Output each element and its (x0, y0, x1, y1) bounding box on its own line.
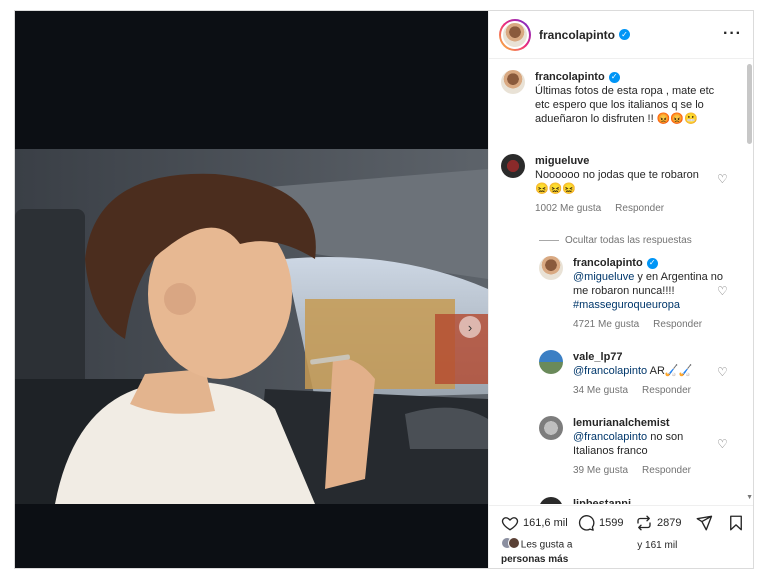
verified-badge-icon: ✓ (608, 71, 620, 83)
likes-suffix: y 161 mil (637, 539, 678, 551)
caption-text: Últimas fotos de esta ropa , mate etc et… (535, 85, 715, 125)
post-dialog: › francolapinto ✓ ··· ▼ francolapinto ✓ Ú… (14, 10, 754, 569)
chevron-right-icon: › (467, 319, 473, 335)
author-username[interactable]: francolapinto (539, 28, 615, 42)
verified-badge-icon: ✓ (619, 29, 631, 40)
author-avatar[interactable] (499, 18, 531, 51)
comment-username[interactable]: migueluve (535, 155, 589, 167)
reply-button[interactable]: Responder (653, 319, 702, 330)
commenter-avatar[interactable] (539, 497, 563, 504)
mention-link[interactable]: @migueluve (573, 271, 634, 283)
reply-button[interactable]: Responder (642, 385, 691, 396)
post-header: francolapinto ✓ ··· (489, 11, 753, 59)
comments-section[interactable]: ▼ francolapinto ✓ Últimas fotos de esta r… (489, 60, 753, 504)
caption-username[interactable]: francolapinto (535, 71, 605, 83)
verified-badge-icon: ✓ (646, 257, 658, 269)
post-photo (15, 149, 488, 504)
liker-avatars (501, 537, 520, 553)
next-photo-button[interactable]: › (459, 316, 481, 338)
comment-button[interactable]: 1599 (577, 514, 623, 532)
repost-count: 2879 (657, 517, 682, 529)
action-bar: 161,6 mil 1599 2879 (489, 505, 753, 533)
bookmark-icon (730, 515, 742, 531)
comment-likes[interactable]: 39 Me gusta (573, 465, 628, 476)
comment-text: AR🏑🏑 (647, 365, 693, 377)
scroll-down-icon[interactable]: ▼ (746, 494, 753, 501)
hashtag-link[interactable]: #masseguroqueuropa (573, 299, 680, 311)
likes-prefix: Les gusta a (520, 539, 573, 551)
reply-button[interactable]: Responder (615, 203, 664, 214)
hide-replies-button[interactable]: Ocultar todas las respuestas (539, 235, 692, 246)
caption-avatar[interactable] (501, 70, 525, 94)
repost-icon (637, 515, 651, 531)
commenter-avatar[interactable] (539, 350, 563, 374)
save-button[interactable] (727, 514, 749, 532)
post-sidebar: francolapinto ✓ ··· ▼ francolapinto ✓ Últ… (488, 11, 753, 568)
mention-link[interactable]: @francolapinto (573, 431, 647, 443)
share-button[interactable] (695, 514, 717, 532)
comment-likes[interactable]: 34 Me gusta (573, 385, 628, 396)
comment-icon (578, 515, 595, 531)
comment-count: 1599 (599, 517, 624, 529)
heart-icon[interactable]: ♡ (717, 285, 729, 297)
heart-icon[interactable]: ♡ (717, 366, 729, 378)
send-icon (696, 515, 713, 531)
comment-username[interactable]: lipbestanni (573, 498, 631, 504)
comment-username[interactable]: vale_lp77 (573, 351, 623, 363)
heart-icon[interactable]: ♡ (717, 173, 729, 185)
mention-link[interactable]: @francolapinto (573, 365, 647, 377)
more-options-icon[interactable]: ··· (723, 25, 742, 43)
commenter-avatar[interactable] (539, 416, 563, 440)
commenter-avatar[interactable] (539, 256, 563, 280)
like-count: 161,6 mil (523, 517, 568, 529)
heart-icon (501, 517, 519, 531)
heart-icon[interactable]: ♡ (717, 438, 729, 450)
scrollbar[interactable] (747, 64, 752, 144)
comment-likes[interactable]: 1002 Me gusta (535, 203, 601, 214)
likes-tail: personas más (501, 554, 569, 565)
like-button[interactable]: 161,6 mil (501, 514, 568, 532)
comment-username[interactable]: francolapinto (573, 257, 643, 269)
comment-text: Noooooo no jodas que te robaron 😖😖😖 (535, 169, 699, 195)
reply-button[interactable]: Responder (642, 465, 691, 476)
repost-button[interactable]: 2879 (635, 514, 681, 532)
comment-username[interactable]: lemurianalchemist (573, 417, 670, 429)
comment-likes[interactable]: 4721 Me gusta (573, 319, 639, 330)
likes-summary[interactable]: Les gusta a y 161 mil personas más (501, 537, 751, 566)
media-panel: › (15, 11, 488, 568)
commenter-avatar[interactable] (501, 154, 525, 178)
